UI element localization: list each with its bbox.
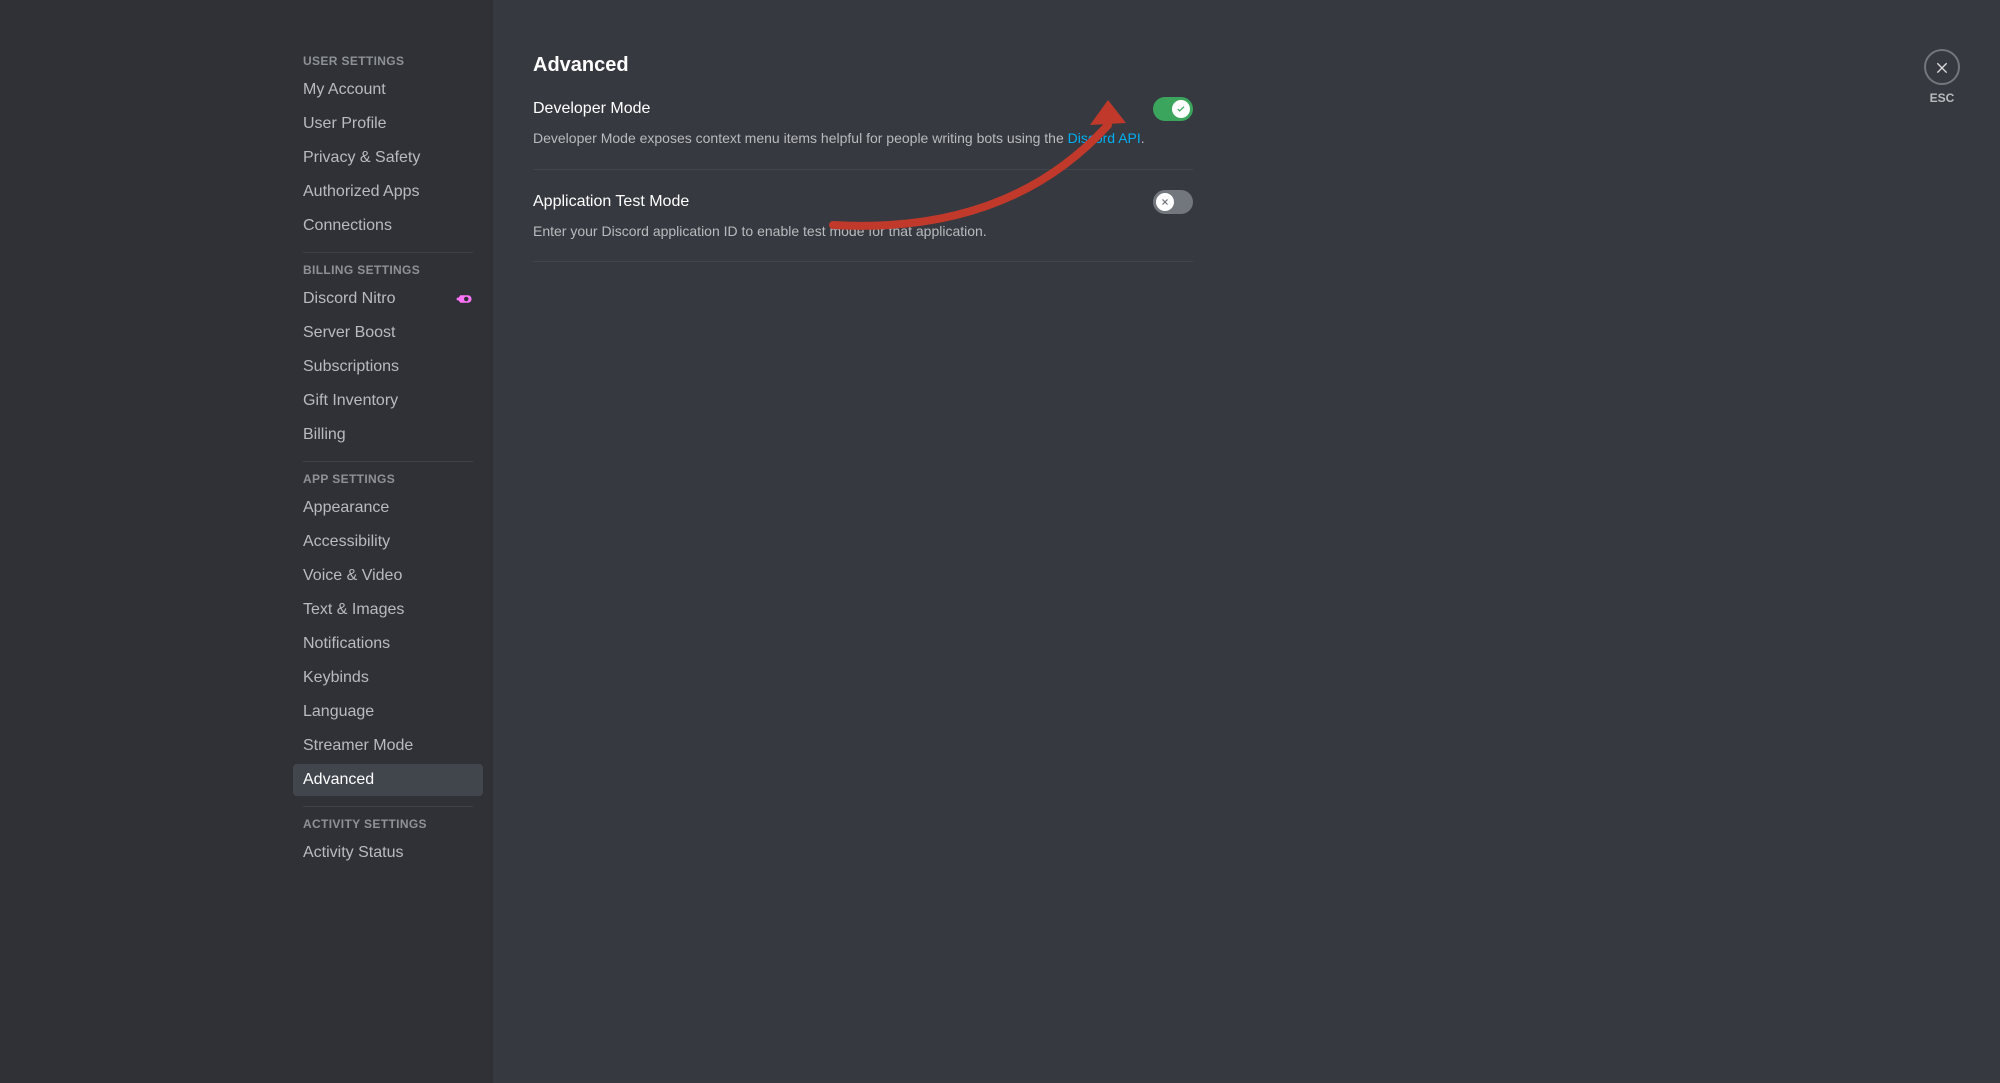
setting-app-test-mode: Application Test Mode Enter your Discord… [533, 190, 1193, 263]
sidebar-item-discord-nitro[interactable]: Discord Nitro [293, 283, 483, 315]
check-icon [1175, 103, 1187, 115]
developer-mode-description: Developer Mode exposes context menu item… [533, 129, 1193, 149]
sidebar-item-gift-inventory[interactable]: Gift Inventory [293, 385, 483, 417]
sidebar-item-server-boost[interactable]: Server Boost [293, 317, 483, 349]
sidebar-section-header: ACTIVITY SETTINGS [293, 817, 483, 837]
sidebar-item-appearance[interactable]: Appearance [293, 492, 483, 524]
sidebar-section-header: USER SETTINGS [293, 54, 483, 74]
sidebar-section-header: APP SETTINGS [293, 472, 483, 492]
sidebar-item-my-account[interactable]: My Account [293, 74, 483, 106]
sidebar-item-voice-video[interactable]: Voice & Video [293, 560, 483, 592]
x-icon [1159, 196, 1171, 208]
sidebar-separator [303, 252, 473, 253]
sidebar-item-language[interactable]: Language [293, 696, 483, 728]
sidebar-item-label: Text & Images [303, 600, 404, 620]
app-test-mode-label: Application Test Mode [533, 193, 689, 211]
close-label: ESC [1930, 91, 1955, 105]
close-icon [1934, 59, 1950, 75]
sidebar-separator [303, 806, 473, 807]
sidebar-item-activity-status[interactable]: Activity Status [293, 837, 483, 869]
sidebar-item-label: Accessibility [303, 532, 390, 552]
sidebar-item-label: User Profile [303, 114, 387, 134]
sidebar-item-billing[interactable]: Billing [293, 419, 483, 451]
sidebar-item-label: Activity Status [303, 843, 403, 863]
sidebar-item-label: My Account [303, 80, 386, 100]
sidebar-item-user-profile[interactable]: User Profile [293, 108, 483, 140]
settings-content: Advanced Developer Mode Developer Mode e… [493, 0, 2000, 1083]
sidebar-item-accessibility[interactable]: Accessibility [293, 526, 483, 558]
settings-sidebar: USER SETTINGS My Account User Profile Priva… [0, 0, 493, 1083]
toggle-knob [1172, 100, 1190, 118]
sidebar-item-label: Notifications [303, 634, 390, 654]
sidebar-item-label: Subscriptions [303, 357, 399, 377]
sidebar-item-label: Keybinds [303, 668, 369, 688]
sidebar-item-label: Server Boost [303, 323, 395, 343]
sidebar-item-authorized-apps[interactable]: Authorized Apps [293, 176, 483, 208]
sidebar-item-subscriptions[interactable]: Subscriptions [293, 351, 483, 383]
sidebar-item-label: Voice & Video [303, 566, 402, 586]
sidebar-item-advanced[interactable]: Advanced [293, 764, 483, 796]
page-title: Advanced [533, 54, 1193, 77]
sidebar-item-keybinds[interactable]: Keybinds [293, 662, 483, 694]
app-test-mode-toggle[interactable] [1153, 190, 1193, 214]
sidebar-item-label: Privacy & Safety [303, 148, 420, 168]
setting-developer-mode: Developer Mode Developer Mode exposes co… [533, 97, 1193, 170]
sidebar-item-streamer-mode[interactable]: Streamer Mode [293, 730, 483, 762]
sidebar-item-label: Connections [303, 216, 392, 236]
sidebar-item-label: Advanced [303, 770, 374, 790]
sidebar-item-connections[interactable]: Connections [293, 210, 483, 242]
sidebar-item-text-images[interactable]: Text & Images [293, 594, 483, 626]
app-test-mode-description: Enter your Discord application ID to ena… [533, 222, 1193, 242]
sidebar-item-privacy-safety[interactable]: Privacy & Safety [293, 142, 483, 174]
developer-mode-label: Developer Mode [533, 100, 650, 118]
sidebar-item-label: Gift Inventory [303, 391, 398, 411]
sidebar-item-label: Language [303, 702, 374, 722]
sidebar-item-label: Streamer Mode [303, 736, 413, 756]
sidebar-item-label: Discord Nitro [303, 289, 395, 309]
developer-mode-toggle[interactable] [1153, 97, 1193, 121]
nitro-icon [455, 293, 473, 305]
sidebar-item-label: Authorized Apps [303, 182, 420, 202]
sidebar-separator [303, 461, 473, 462]
discord-api-link[interactable]: Discord API [1068, 130, 1141, 146]
sidebar-item-label: Appearance [303, 498, 389, 518]
close-button[interactable] [1924, 49, 1960, 85]
sidebar-section-header: BILLING SETTINGS [293, 263, 483, 283]
toggle-knob [1156, 193, 1174, 211]
sidebar-item-label: Billing [303, 425, 346, 445]
sidebar-item-notifications[interactable]: Notifications [293, 628, 483, 660]
